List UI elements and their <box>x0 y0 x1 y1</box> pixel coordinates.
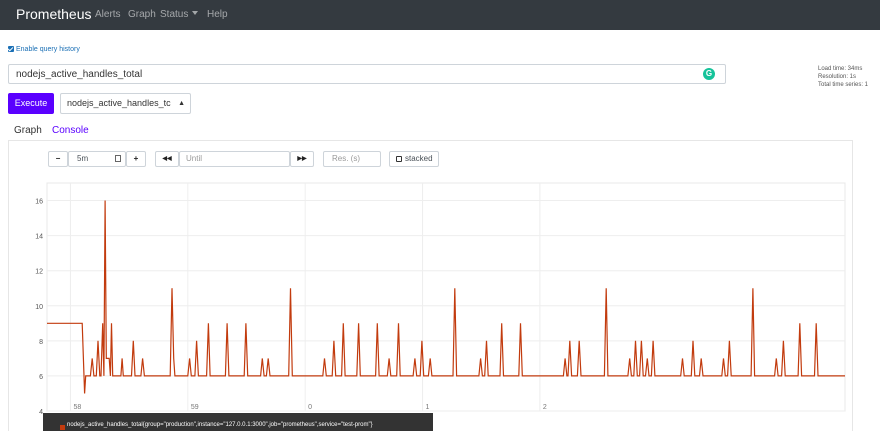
nav-status-label: Status <box>160 9 189 20</box>
range-input[interactable]: 5m <box>68 151 126 167</box>
tab-graph[interactable]: Graph <box>14 125 42 136</box>
resolution: Resolution: 1s <box>818 74 857 80</box>
time-back-button[interactable]: ◀◀ <box>155 151 179 167</box>
expression-text: nodejs_active_handles_total <box>16 69 143 80</box>
chart-legend: nodejs_active_handles_total{group="produ… <box>43 413 433 431</box>
nav-graph[interactable]: Graph <box>128 9 156 20</box>
grammarly-icon[interactable]: G <box>703 68 715 80</box>
tab-console[interactable]: Console <box>52 125 89 136</box>
range-decrease-button[interactable]: − <box>48 151 68 167</box>
query-history-toggle[interactable]: Enable query history <box>8 46 80 53</box>
total-series: Total time series: 1 <box>818 82 869 88</box>
nav-help[interactable]: Help <box>207 9 228 20</box>
metric-select-value: nodejs_active_handles_tc <box>67 98 171 108</box>
nav-status[interactable]: Status <box>160 9 199 20</box>
select-arrows-icon: ▲︎ <box>178 100 185 107</box>
until-placeholder: Until <box>186 154 203 163</box>
brand-logo[interactable]: Prometheus <box>16 6 91 22</box>
range-value: 5m <box>77 154 89 163</box>
resolution-placeholder: Res. (s) <box>332 154 360 163</box>
nav-alerts[interactable]: Alerts <box>95 9 121 20</box>
history-label: Enable query history <box>16 46 80 53</box>
navbar: Prometheus Alerts Graph Status Help <box>0 0 880 30</box>
checkbox-icon[interactable] <box>8 46 14 52</box>
time-forward-button[interactable]: ▶▶ <box>290 151 314 167</box>
stacked-label: stacked <box>405 154 433 163</box>
until-input[interactable]: Until <box>179 151 290 167</box>
metric-select[interactable]: nodejs_active_handles_tc ▲︎ <box>60 93 191 114</box>
chevron-down-icon <box>192 11 199 15</box>
expression-input[interactable]: nodejs_active_handles_total G <box>8 64 726 84</box>
execute-button[interactable]: Execute <box>8 93 54 114</box>
resolution-input[interactable]: Res. (s) <box>323 151 381 167</box>
legend-swatch <box>60 425 65 430</box>
calendar-icon <box>115 155 121 162</box>
graph-panel <box>8 140 853 431</box>
legend-label: nodejs_active_handles_total{group="produ… <box>67 422 373 428</box>
query-stats: Load time: 34ms Resolution: 1s Total tim… <box>818 65 868 89</box>
load-time: Load time: 34ms <box>818 66 863 72</box>
stacked-toggle[interactable]: stacked <box>389 151 439 167</box>
stacked-checkbox-icon[interactable] <box>396 156 402 162</box>
range-increase-button[interactable]: + <box>126 151 146 167</box>
